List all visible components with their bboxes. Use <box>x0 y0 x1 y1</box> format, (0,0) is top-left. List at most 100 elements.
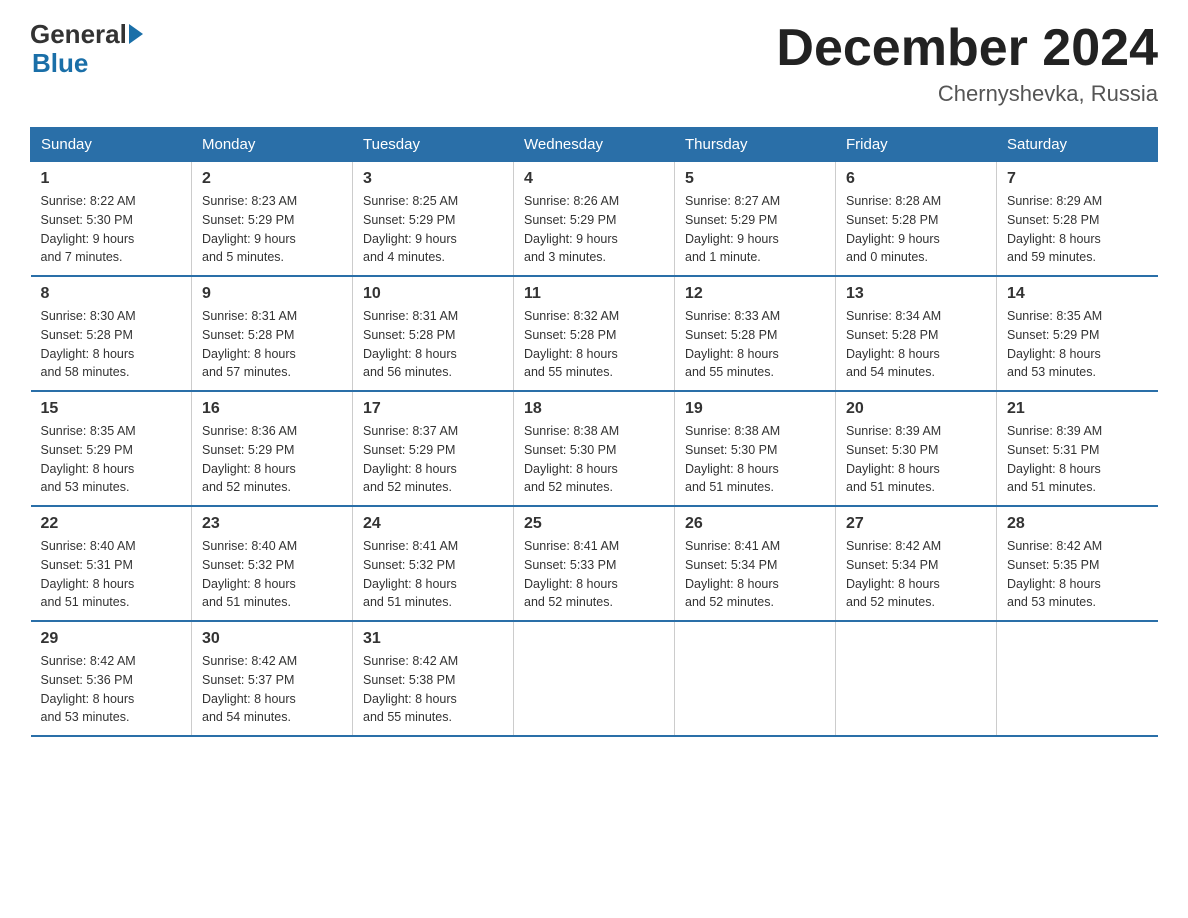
calendar-table: SundayMondayTuesdayWednesdayThursdayFrid… <box>30 127 1158 737</box>
calendar-cell: 31 Sunrise: 8:42 AMSunset: 5:38 PMDayligh… <box>353 621 514 736</box>
calendar-week-3: 15Sunrise: 8:35 AMSunset: 5:29 PMDayligh… <box>31 391 1158 506</box>
calendar-cell: 30 Sunrise: 8:42 AMSunset: 5:37 PMDayligh… <box>192 621 353 736</box>
calendar-cell: 4 Sunrise: 8:26 AMSunset: 5:29 PMDaylight… <box>514 162 675 277</box>
day-number: 5 <box>685 170 825 188</box>
day-number: 16 <box>202 400 342 418</box>
day-number: 23 <box>202 515 342 533</box>
calendar-cell: 22 Sunrise: 8:40 AMSunset: 5:31 PMDayligh… <box>31 506 192 621</box>
day-number: 9 <box>202 285 342 303</box>
calendar-cell: 28 Sunrise: 8:42 AMSunset: 5:35 PMDayligh… <box>997 506 1158 621</box>
day-number: 14 <box>1007 285 1148 303</box>
day-info: Sunrise: 8:35 AMSunset: 5:29 PMDaylight:… <box>41 422 182 497</box>
calendar-cell: 3 Sunrise: 8:25 AMSunset: 5:29 PMDaylight… <box>353 162 514 277</box>
header-tuesday: Tuesday <box>353 128 514 162</box>
day-number: 28 <box>1007 515 1148 533</box>
calendar-cell: 6 Sunrise: 8:28 AMSunset: 5:28 PMDaylight… <box>836 162 997 277</box>
day-number: 25 <box>524 515 664 533</box>
day-info: Sunrise: 8:32 AMSunset: 5:28 PMDaylight:… <box>524 307 664 382</box>
calendar-cell: 1 Sunrise: 8:22 AMSunset: 5:30 PMDaylight… <box>31 162 192 277</box>
day-info: Sunrise: 8:23 AMSunset: 5:29 PMDaylight:… <box>202 192 342 267</box>
calendar-cell: 21 Sunrise: 8:39 AMSunset: 5:31 PMDayligh… <box>997 391 1158 506</box>
calendar-cell: 24Sunrise: 8:41 AMSunset: 5:32 PMDayligh… <box>353 506 514 621</box>
day-number: 27 <box>846 515 986 533</box>
calendar-cell: 5 Sunrise: 8:27 AMSunset: 5:29 PMDaylight… <box>675 162 836 277</box>
header-thursday: Thursday <box>675 128 836 162</box>
day-info: Sunrise: 8:26 AMSunset: 5:29 PMDaylight:… <box>524 192 664 267</box>
day-number: 6 <box>846 170 986 188</box>
calendar-cell <box>514 621 675 736</box>
calendar-week-1: 1 Sunrise: 8:22 AMSunset: 5:30 PMDaylight… <box>31 162 1158 277</box>
day-number: 30 <box>202 630 342 648</box>
day-info: Sunrise: 8:42 AMSunset: 5:38 PMDaylight:… <box>363 652 503 727</box>
day-info: Sunrise: 8:31 AMSunset: 5:28 PMDaylight:… <box>202 307 342 382</box>
calendar-cell: 27 Sunrise: 8:42 AMSunset: 5:34 PMDayligh… <box>836 506 997 621</box>
calendar-cell: 23 Sunrise: 8:40 AMSunset: 5:32 PMDayligh… <box>192 506 353 621</box>
day-number: 12 <box>685 285 825 303</box>
calendar-week-2: 8Sunrise: 8:30 AMSunset: 5:28 PMDaylight… <box>31 276 1158 391</box>
calendar-cell: 17Sunrise: 8:37 AMSunset: 5:29 PMDayligh… <box>353 391 514 506</box>
title-block: December 2024 Chernyshevka, Russia <box>776 20 1158 107</box>
day-number: 19 <box>685 400 825 418</box>
day-info: Sunrise: 8:35 AMSunset: 5:29 PMDaylight:… <box>1007 307 1148 382</box>
day-info: Sunrise: 8:39 AMSunset: 5:30 PMDaylight:… <box>846 422 986 497</box>
header-friday: Friday <box>836 128 997 162</box>
calendar-cell: 29 Sunrise: 8:42 AMSunset: 5:36 PMDayligh… <box>31 621 192 736</box>
day-info: Sunrise: 8:42 AMSunset: 5:34 PMDaylight:… <box>846 537 986 612</box>
day-number: 1 <box>41 170 182 188</box>
day-number: 21 <box>1007 400 1148 418</box>
day-number: 17 <box>363 400 503 418</box>
logo: General Blue <box>30 20 143 77</box>
calendar-cell: 7 Sunrise: 8:29 AMSunset: 5:28 PMDaylight… <box>997 162 1158 277</box>
calendar-cell: 18Sunrise: 8:38 AMSunset: 5:30 PMDayligh… <box>514 391 675 506</box>
calendar-cell: 26Sunrise: 8:41 AMSunset: 5:34 PMDayligh… <box>675 506 836 621</box>
day-number: 7 <box>1007 170 1148 188</box>
calendar-cell: 20 Sunrise: 8:39 AMSunset: 5:30 PMDayligh… <box>836 391 997 506</box>
calendar-cell: 2 Sunrise: 8:23 AMSunset: 5:29 PMDaylight… <box>192 162 353 277</box>
calendar-cell <box>675 621 836 736</box>
header-sunday: Sunday <box>31 128 192 162</box>
header-saturday: Saturday <box>997 128 1158 162</box>
day-info: Sunrise: 8:28 AMSunset: 5:28 PMDaylight:… <box>846 192 986 267</box>
day-info: Sunrise: 8:42 AMSunset: 5:35 PMDaylight:… <box>1007 537 1148 612</box>
calendar-cell: 8Sunrise: 8:30 AMSunset: 5:28 PMDaylight… <box>31 276 192 391</box>
calendar-subtitle: Chernyshevka, Russia <box>776 81 1158 107</box>
page-header: General Blue December 2024 Chernyshevka,… <box>30 20 1158 107</box>
day-number: 2 <box>202 170 342 188</box>
day-info: Sunrise: 8:27 AMSunset: 5:29 PMDaylight:… <box>685 192 825 267</box>
day-info: Sunrise: 8:34 AMSunset: 5:28 PMDaylight:… <box>846 307 986 382</box>
day-info: Sunrise: 8:33 AMSunset: 5:28 PMDaylight:… <box>685 307 825 382</box>
calendar-cell: 9 Sunrise: 8:31 AMSunset: 5:28 PMDaylight… <box>192 276 353 391</box>
day-info: Sunrise: 8:39 AMSunset: 5:31 PMDaylight:… <box>1007 422 1148 497</box>
day-number: 29 <box>41 630 182 648</box>
calendar-cell: 10Sunrise: 8:31 AMSunset: 5:28 PMDayligh… <box>353 276 514 391</box>
day-number: 31 <box>363 630 503 648</box>
day-info: Sunrise: 8:40 AMSunset: 5:31 PMDaylight:… <box>41 537 182 612</box>
day-info: Sunrise: 8:31 AMSunset: 5:28 PMDaylight:… <box>363 307 503 382</box>
calendar-cell: 11 Sunrise: 8:32 AMSunset: 5:28 PMDayligh… <box>514 276 675 391</box>
calendar-cell: 12 Sunrise: 8:33 AMSunset: 5:28 PMDayligh… <box>675 276 836 391</box>
day-number: 4 <box>524 170 664 188</box>
day-number: 20 <box>846 400 986 418</box>
day-number: 18 <box>524 400 664 418</box>
calendar-cell: 14 Sunrise: 8:35 AMSunset: 5:29 PMDayligh… <box>997 276 1158 391</box>
day-number: 22 <box>41 515 182 533</box>
calendar-cell: 16Sunrise: 8:36 AMSunset: 5:29 PMDayligh… <box>192 391 353 506</box>
calendar-cell: 19Sunrise: 8:38 AMSunset: 5:30 PMDayligh… <box>675 391 836 506</box>
day-info: Sunrise: 8:30 AMSunset: 5:28 PMDaylight:… <box>41 307 182 382</box>
day-info: Sunrise: 8:42 AMSunset: 5:36 PMDaylight:… <box>41 652 182 727</box>
day-number: 3 <box>363 170 503 188</box>
day-info: Sunrise: 8:22 AMSunset: 5:30 PMDaylight:… <box>41 192 182 267</box>
calendar-week-5: 29 Sunrise: 8:42 AMSunset: 5:36 PMDayligh… <box>31 621 1158 736</box>
calendar-header-row: SundayMondayTuesdayWednesdayThursdayFrid… <box>31 128 1158 162</box>
day-info: Sunrise: 8:29 AMSunset: 5:28 PMDaylight:… <box>1007 192 1148 267</box>
day-number: 11 <box>524 285 664 303</box>
day-info: Sunrise: 8:25 AMSunset: 5:29 PMDaylight:… <box>363 192 503 267</box>
day-info: Sunrise: 8:42 AMSunset: 5:37 PMDaylight:… <box>202 652 342 727</box>
calendar-cell: 13Sunrise: 8:34 AMSunset: 5:28 PMDayligh… <box>836 276 997 391</box>
day-info: Sunrise: 8:40 AMSunset: 5:32 PMDaylight:… <box>202 537 342 612</box>
day-number: 26 <box>685 515 825 533</box>
calendar-week-4: 22 Sunrise: 8:40 AMSunset: 5:31 PMDayligh… <box>31 506 1158 621</box>
logo-general-text: General <box>30 20 127 49</box>
logo-blue-text: Blue <box>30 49 143 78</box>
calendar-cell <box>997 621 1158 736</box>
